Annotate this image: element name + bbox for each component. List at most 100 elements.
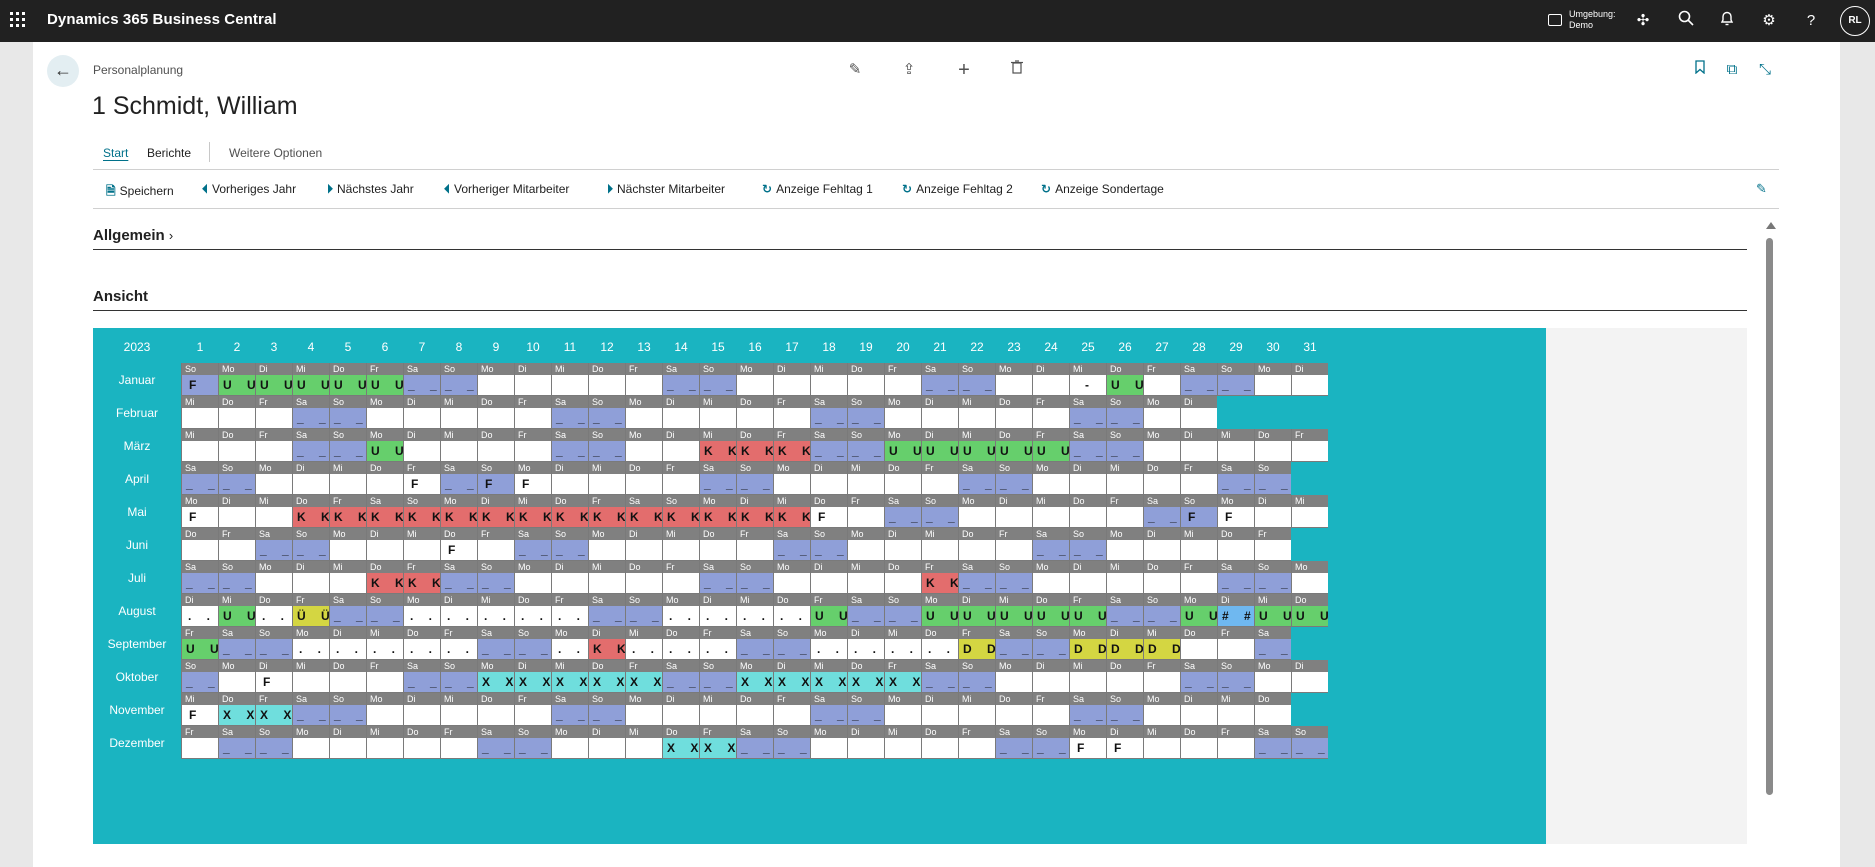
- day-cell[interactable]: Do: [403, 726, 440, 759]
- day-cell[interactable]: Di X X: [514, 660, 551, 693]
- day-cell[interactable]: Fr. .: [699, 627, 736, 660]
- day-cell[interactable]: Mo U U: [1180, 594, 1218, 627]
- day-cell[interactable]: Mo: [588, 528, 625, 561]
- day-cell[interactable]: Mo: [810, 726, 847, 759]
- edit-pencil-icon[interactable]: ✎: [845, 60, 865, 80]
- day-cell[interactable]: Sa _ _: [181, 462, 218, 495]
- day-cell[interactable]: So _ _: [588, 693, 625, 726]
- day-cell[interactable]: Sa _ _: [440, 462, 477, 495]
- next-year-button[interactable]: ⏵ Nächstes Jahr: [327, 182, 414, 197]
- copilot-icon[interactable]: ✣: [1632, 10, 1654, 32]
- day-cell[interactable]: So _ _: [810, 528, 847, 561]
- day-cell[interactable]: Mi. .: [477, 594, 514, 627]
- day-cell[interactable]: So _ _: [1069, 528, 1106, 561]
- day-cell[interactable]: Fr: [1217, 726, 1254, 759]
- day-cell[interactable]: Mo. .: [292, 627, 329, 660]
- day-cell[interactable]: Sa _ _: [477, 726, 514, 759]
- search-icon[interactable]: [1675, 10, 1697, 32]
- day-cell[interactable]: So _ _: [1106, 396, 1143, 429]
- day-cell[interactable]: Do: [329, 660, 366, 693]
- day-cell[interactable]: Mo. .: [810, 627, 847, 660]
- day-cell[interactable]: So _ _: [514, 726, 551, 759]
- day-cell[interactable]: Sa _ _: [1143, 495, 1180, 528]
- day-cell[interactable]: Di: [1143, 528, 1180, 561]
- day-cell[interactable]: Mo. .: [551, 627, 588, 660]
- day-cell[interactable]: Sa _ _: [477, 627, 514, 660]
- day-cell[interactable]: Di: [1291, 363, 1328, 396]
- open-new-window-icon[interactable]: ⧉: [1722, 60, 1742, 80]
- day-cell[interactable]: Do U U: [1106, 363, 1144, 396]
- day-cell[interactable]: Do: [218, 429, 255, 462]
- day-cell[interactable]: Mi F: [181, 693, 218, 726]
- day-cell[interactable]: Sa _ _: [1032, 528, 1069, 561]
- day-cell[interactable]: Sa _ _: [1069, 429, 1106, 462]
- day-cell[interactable]: Sa _ _: [1180, 363, 1217, 396]
- day-cell[interactable]: Do. .: [403, 627, 440, 660]
- day-cell[interactable]: Sa _ _: [255, 528, 292, 561]
- bookmark-icon[interactable]: [1690, 60, 1710, 80]
- show-absence-2-button[interactable]: ↻ Anzeige Fehltag 2: [902, 182, 1013, 196]
- new-plus-icon[interactable]: +: [954, 60, 974, 80]
- day-cell[interactable]: Do U U: [329, 363, 367, 396]
- day-cell[interactable]: Sa _ _: [1254, 627, 1291, 660]
- day-cell[interactable]: Sa _ _: [218, 726, 255, 759]
- day-cell[interactable]: Di: [995, 495, 1032, 528]
- day-cell[interactable]: Di U U: [921, 429, 959, 462]
- day-cell[interactable]: Do F: [810, 495, 847, 528]
- day-cell[interactable]: Di: [810, 561, 847, 594]
- day-cell[interactable]: Di. .: [181, 594, 218, 627]
- day-cell[interactable]: Mi. .: [625, 627, 662, 660]
- day-cell[interactable]: Mi: [921, 528, 958, 561]
- day-cell[interactable]: Fr. .: [551, 594, 588, 627]
- day-cell[interactable]: Mo: [884, 396, 921, 429]
- day-cell[interactable]: Di # #: [1217, 594, 1254, 627]
- day-cell[interactable]: Mo: [1032, 561, 1069, 594]
- day-cell[interactable]: Do: [921, 726, 958, 759]
- day-cell[interactable]: Do: [1254, 429, 1291, 462]
- day-cell[interactable]: Mi: [551, 363, 588, 396]
- day-cell[interactable]: So _ _: [958, 660, 995, 693]
- day-cell[interactable]: So _ _: [440, 660, 477, 693]
- day-cell[interactable]: So _ _: [847, 693, 884, 726]
- scrollbar-thumb[interactable]: [1766, 238, 1773, 795]
- day-cell[interactable]: Fr K K: [403, 561, 441, 594]
- day-cell[interactable]: Do X X: [847, 660, 884, 693]
- day-cell[interactable]: Fr: [773, 693, 810, 726]
- day-cell[interactable]: Sa _ _: [736, 627, 773, 660]
- day-cell[interactable]: Mo: [477, 363, 514, 396]
- day-cell[interactable]: Fr K K: [329, 495, 367, 528]
- day-cell[interactable]: Do: [1106, 660, 1143, 693]
- day-cell[interactable]: Sa _ _: [810, 693, 847, 726]
- day-cell[interactable]: Sa _ _: [958, 561, 995, 594]
- day-cell[interactable]: Mo: [292, 726, 329, 759]
- day-cell[interactable]: Mo: [847, 528, 884, 561]
- tab-start[interactable]: Start: [103, 146, 128, 160]
- day-cell[interactable]: So _ _: [329, 693, 366, 726]
- day-cell[interactable]: Di F: [255, 660, 292, 693]
- day-cell[interactable]: Do K K: [366, 561, 404, 594]
- day-cell[interactable]: Fr. .: [440, 627, 477, 660]
- day-cell[interactable]: So _ _: [255, 726, 292, 759]
- day-cell[interactable]: Do: [1180, 627, 1217, 660]
- day-cell[interactable]: So _ _: [1106, 429, 1143, 462]
- day-cell[interactable]: Mi: [699, 693, 736, 726]
- previous-year-button[interactable]: ⏴ Vorheriges Jahr: [202, 182, 296, 197]
- day-cell[interactable]: So _ _: [1143, 594, 1180, 627]
- day-cell[interactable]: Di: [1069, 561, 1106, 594]
- day-cell[interactable]: Mi: [440, 429, 477, 462]
- show-special-days-button[interactable]: ↻ Anzeige Sondertage: [1041, 182, 1164, 196]
- day-cell[interactable]: Do: [847, 363, 884, 396]
- day-cell[interactable]: Fr: [1180, 462, 1217, 495]
- day-cell[interactable]: Fr K K: [588, 495, 626, 528]
- day-cell[interactable]: Fr X X: [255, 693, 292, 726]
- day-cell[interactable]: Do: [477, 693, 514, 726]
- day-cell[interactable]: Mi: [329, 561, 366, 594]
- day-cell[interactable]: So _ _: [773, 726, 810, 759]
- day-cell[interactable]: Mo: [1032, 462, 1069, 495]
- day-cell[interactable]: So _ _: [218, 561, 255, 594]
- day-cell[interactable]: Mo: [625, 693, 662, 726]
- day-cell[interactable]: Do: [736, 396, 773, 429]
- day-cell[interactable]: Di. .: [440, 594, 477, 627]
- day-cell[interactable]: Di: [1069, 462, 1106, 495]
- day-cell[interactable]: Fr: [662, 561, 699, 594]
